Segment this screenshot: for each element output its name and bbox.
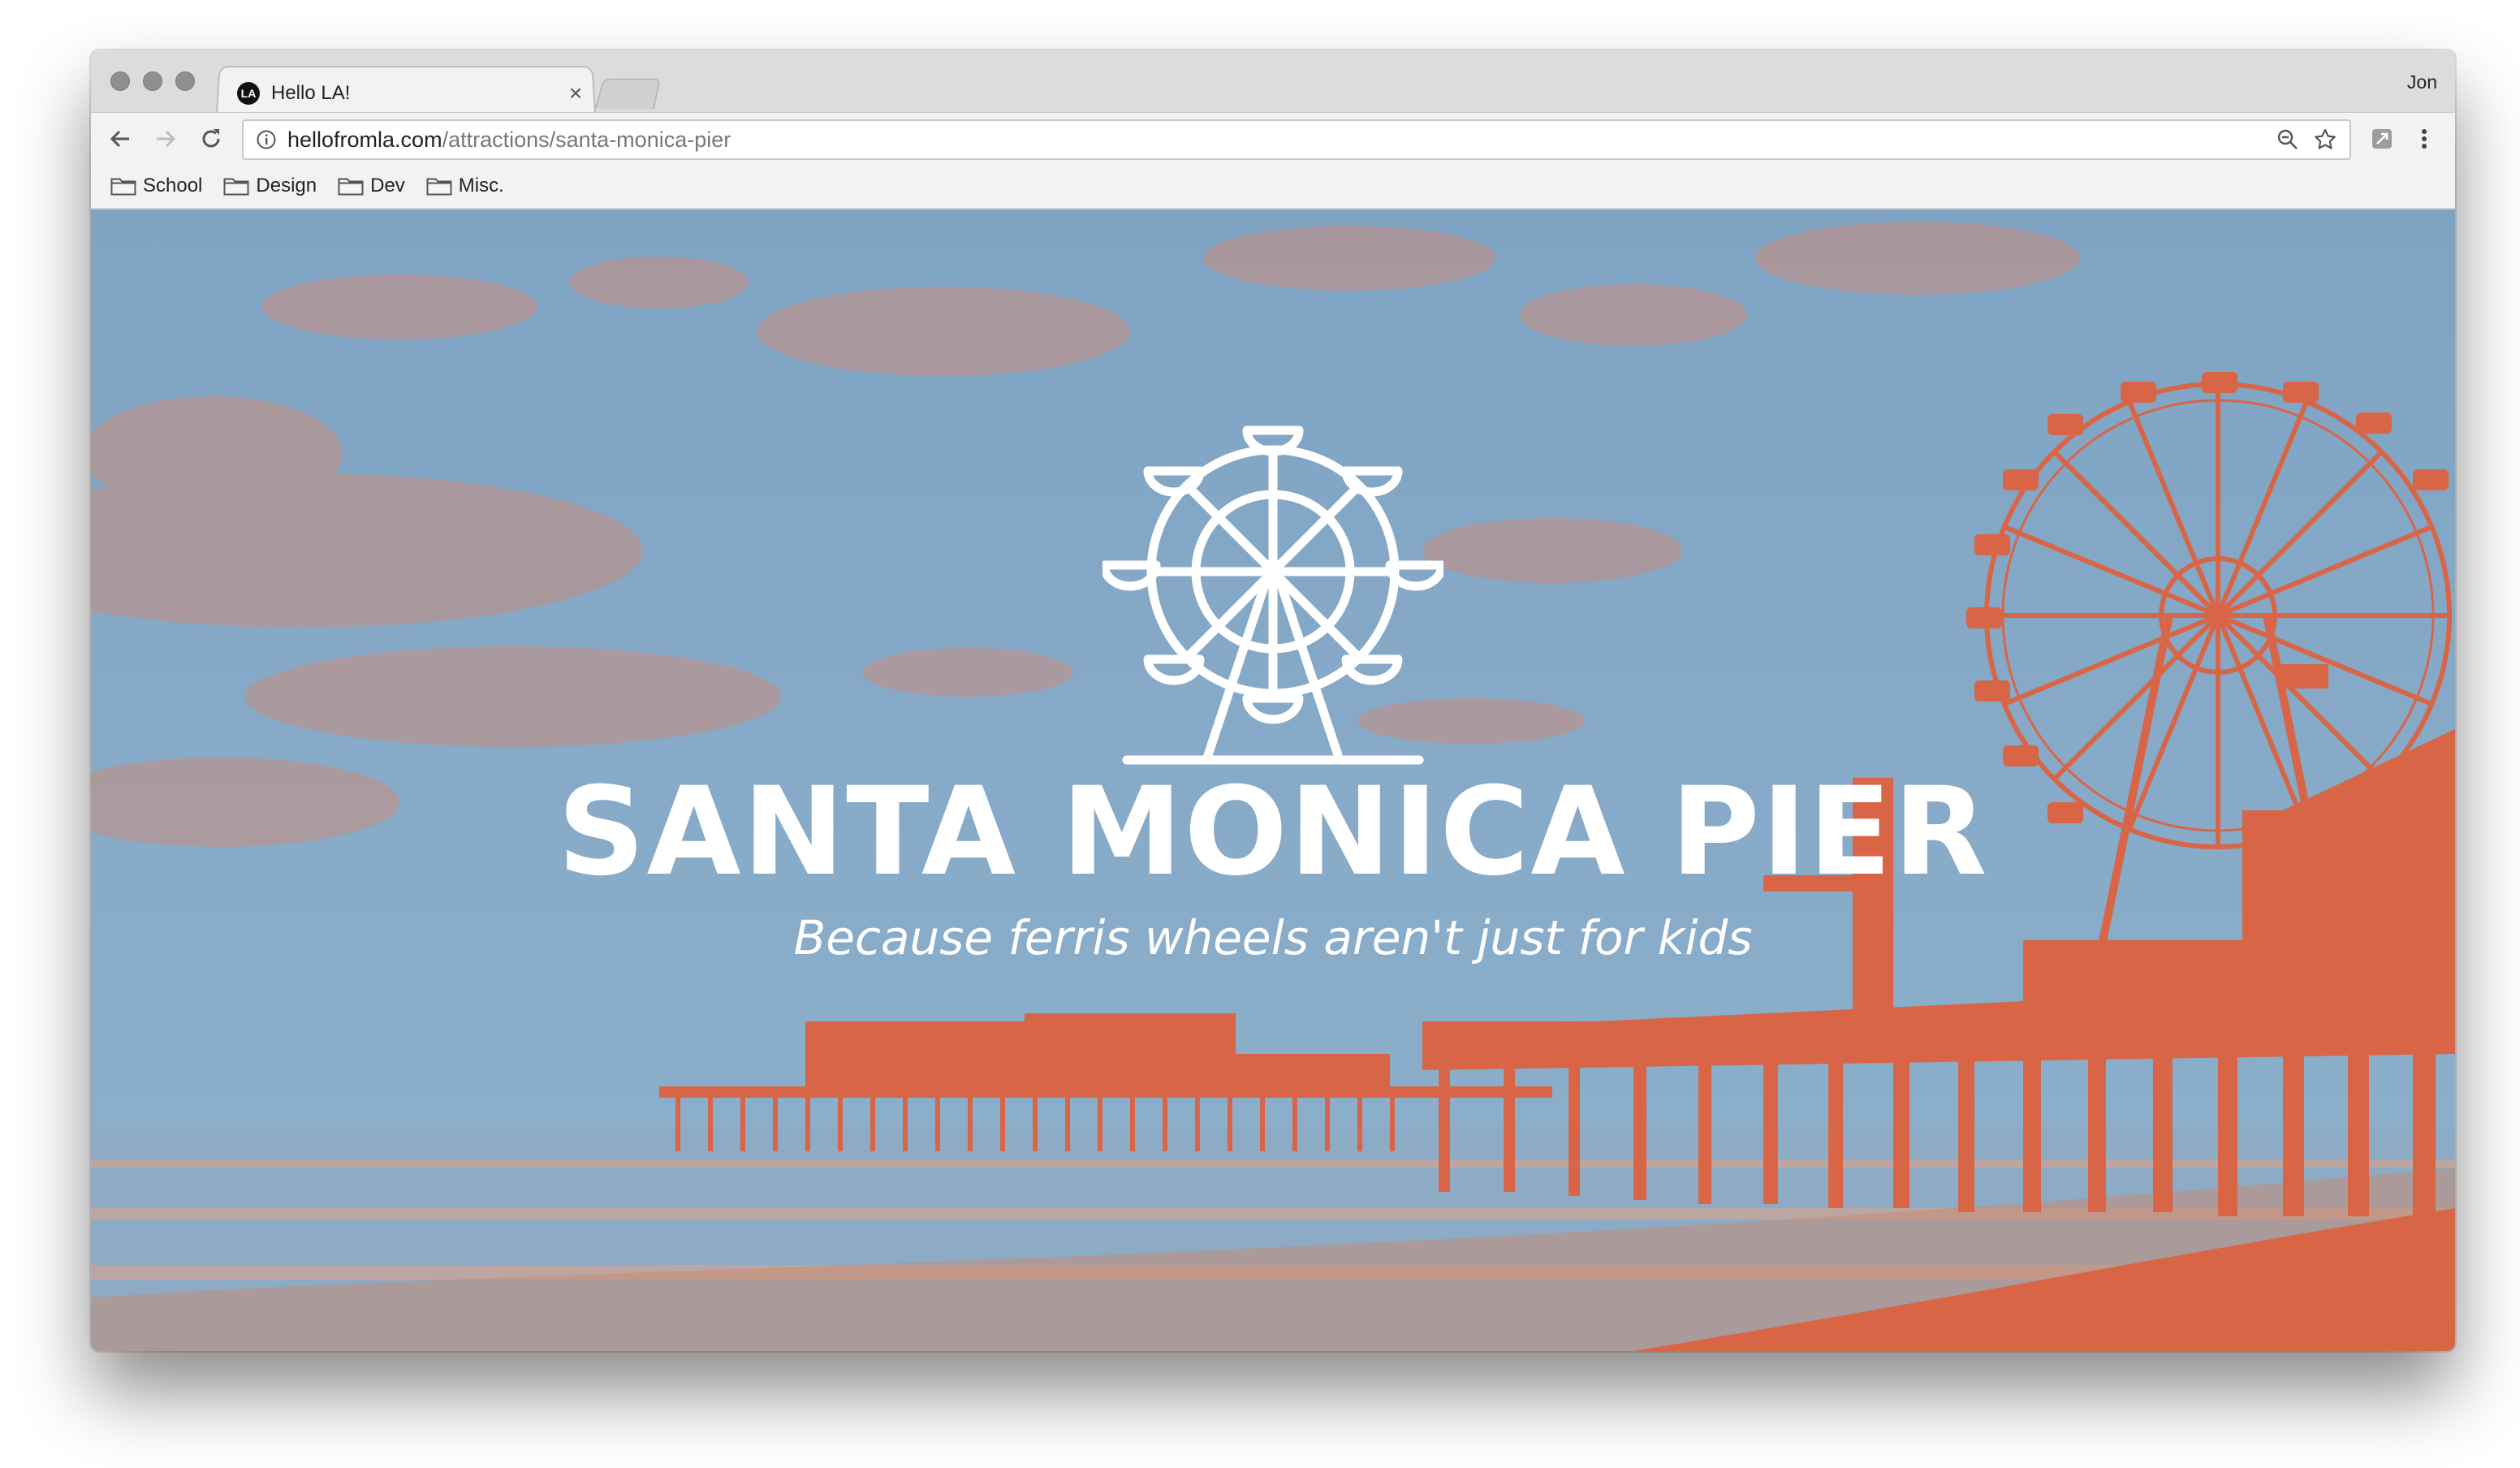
extension-button[interactable] bbox=[2364, 121, 2400, 157]
bookmark-label: School bbox=[143, 175, 203, 196]
reload-button[interactable] bbox=[193, 121, 229, 157]
bookmarks-bar: School Design Dev Misc. bbox=[91, 164, 2455, 209]
tab-close-icon[interactable]: × bbox=[563, 80, 588, 106]
browser-window: LA Hello LA! × Jon hellofromla.com/attra… bbox=[91, 50, 2455, 1351]
folder-icon bbox=[426, 178, 452, 196]
folder-icon bbox=[223, 178, 249, 196]
bookmark-label: Misc. bbox=[458, 175, 504, 196]
page-content: SANTA MONICA PIER Because ferris wheels … bbox=[91, 209, 2455, 1351]
favicon-icon: LA bbox=[237, 82, 260, 105]
forward-arrow-icon bbox=[157, 130, 176, 148]
ferris-wheel-icon bbox=[1102, 425, 1443, 765]
menu-button[interactable] bbox=[2406, 121, 2442, 157]
back-arrow-icon bbox=[110, 130, 129, 148]
page-subtitle: Because ferris wheels aren't just for ki… bbox=[793, 910, 1753, 965]
url-path: /attractions/santa-monica-pier bbox=[442, 127, 731, 152]
info-icon[interactable] bbox=[248, 122, 284, 158]
zoom-window-button[interactable] bbox=[175, 71, 195, 91]
address-bar[interactable]: hellofromla.com/attractions/santa-monica… bbox=[242, 119, 2351, 160]
url-text[interactable]: hellofromla.com/attractions/santa-monica… bbox=[287, 127, 731, 153]
tab-title: Hello LA! bbox=[271, 82, 351, 104]
zoom-icon[interactable] bbox=[2272, 123, 2304, 157]
folder-icon bbox=[110, 178, 136, 196]
star-icon[interactable] bbox=[2309, 123, 2341, 157]
url-domain: hellofromla.com bbox=[287, 127, 442, 152]
bookmark-dev[interactable]: Dev bbox=[338, 175, 405, 197]
menu-icon bbox=[2422, 129, 2427, 149]
bookmark-label: Dev bbox=[370, 175, 405, 196]
folder-icon bbox=[338, 178, 364, 196]
toolbar: hellofromla.com/attractions/santa-monica… bbox=[91, 112, 2455, 164]
minimize-window-button[interactable] bbox=[143, 71, 162, 91]
extension-icon bbox=[2372, 129, 2392, 149]
back-button[interactable] bbox=[102, 121, 138, 157]
bookmark-school[interactable]: School bbox=[110, 175, 202, 197]
bookmark-label: Design bbox=[256, 175, 317, 196]
bookmark-misc[interactable]: Misc. bbox=[426, 175, 504, 197]
close-window-button[interactable] bbox=[110, 71, 130, 91]
bookmark-design[interactable]: Design bbox=[223, 175, 317, 197]
new-tab-button[interactable] bbox=[594, 78, 662, 110]
reload-icon bbox=[202, 129, 220, 148]
active-tab-content[interactable]: LA Hello LA! × bbox=[234, 73, 588, 114]
profile-button[interactable]: Jon bbox=[2407, 71, 2437, 93]
tab-strip: LA Hello LA! × Jon bbox=[91, 50, 2455, 114]
page-title: SANTA MONICA PIER bbox=[557, 762, 1989, 903]
forward-button[interactable] bbox=[148, 121, 183, 157]
